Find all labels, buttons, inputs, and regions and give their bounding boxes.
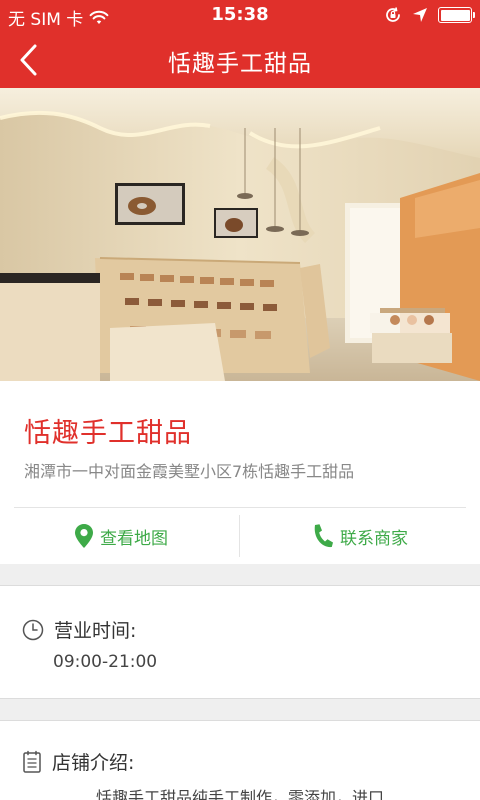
- shop-intro-card: 店铺介绍: 恬趣手工甜品纯手工制作，零添加，进口: [0, 720, 480, 800]
- battery-icon: [438, 7, 475, 23]
- shop-info-card: 恬趣手工甜品 湘潭市一中对面金霞美墅小区7栋恬趣手工甜品 查看地图 联系商家: [0, 381, 480, 564]
- view-map-label: 查看地图: [100, 528, 168, 549]
- clock-icon: [22, 619, 44, 640]
- business-hours-card: 营业时间: 09:00-21:00: [0, 585, 480, 699]
- shop-intro-heading: 店铺介绍:: [52, 752, 135, 774]
- shop-interior-illustration: [0, 88, 480, 381]
- divider: [239, 515, 240, 557]
- shop-address: 湘潭市一中对面金霞美墅小区7栋恬趣手工甜品: [24, 462, 355, 481]
- document-icon: [23, 750, 41, 773]
- status-right: [384, 6, 475, 24]
- business-hours-value: 09:00-21:00: [53, 652, 158, 672]
- business-hours-heading: 营业时间:: [54, 620, 137, 642]
- shop-photo: [0, 88, 480, 381]
- nav-bar: 恬趣手工甜品: [0, 32, 480, 88]
- view-map-button[interactable]: 查看地图: [74, 520, 168, 552]
- contact-merchant-button[interactable]: 联系商家: [312, 520, 408, 552]
- page-title: 恬趣手工甜品: [168, 51, 312, 77]
- status-bar: 无 SIM 卡 15:38: [0, 0, 480, 32]
- shop-intro-text: 恬趣手工甜品纯手工制作，零添加，进口: [96, 788, 385, 800]
- business-hours-heading-row: 营业时间:: [22, 616, 136, 643]
- shop-name: 恬趣手工甜品: [24, 418, 192, 449]
- contact-merchant-label: 联系商家: [340, 528, 408, 549]
- rotation-lock-icon: [386, 7, 400, 22]
- phone-icon: [314, 524, 333, 548]
- shop-intro-heading-row: 店铺介绍:: [22, 748, 134, 775]
- location-icon: [413, 8, 427, 22]
- map-pin-icon: [75, 524, 93, 548]
- divider: [14, 507, 466, 508]
